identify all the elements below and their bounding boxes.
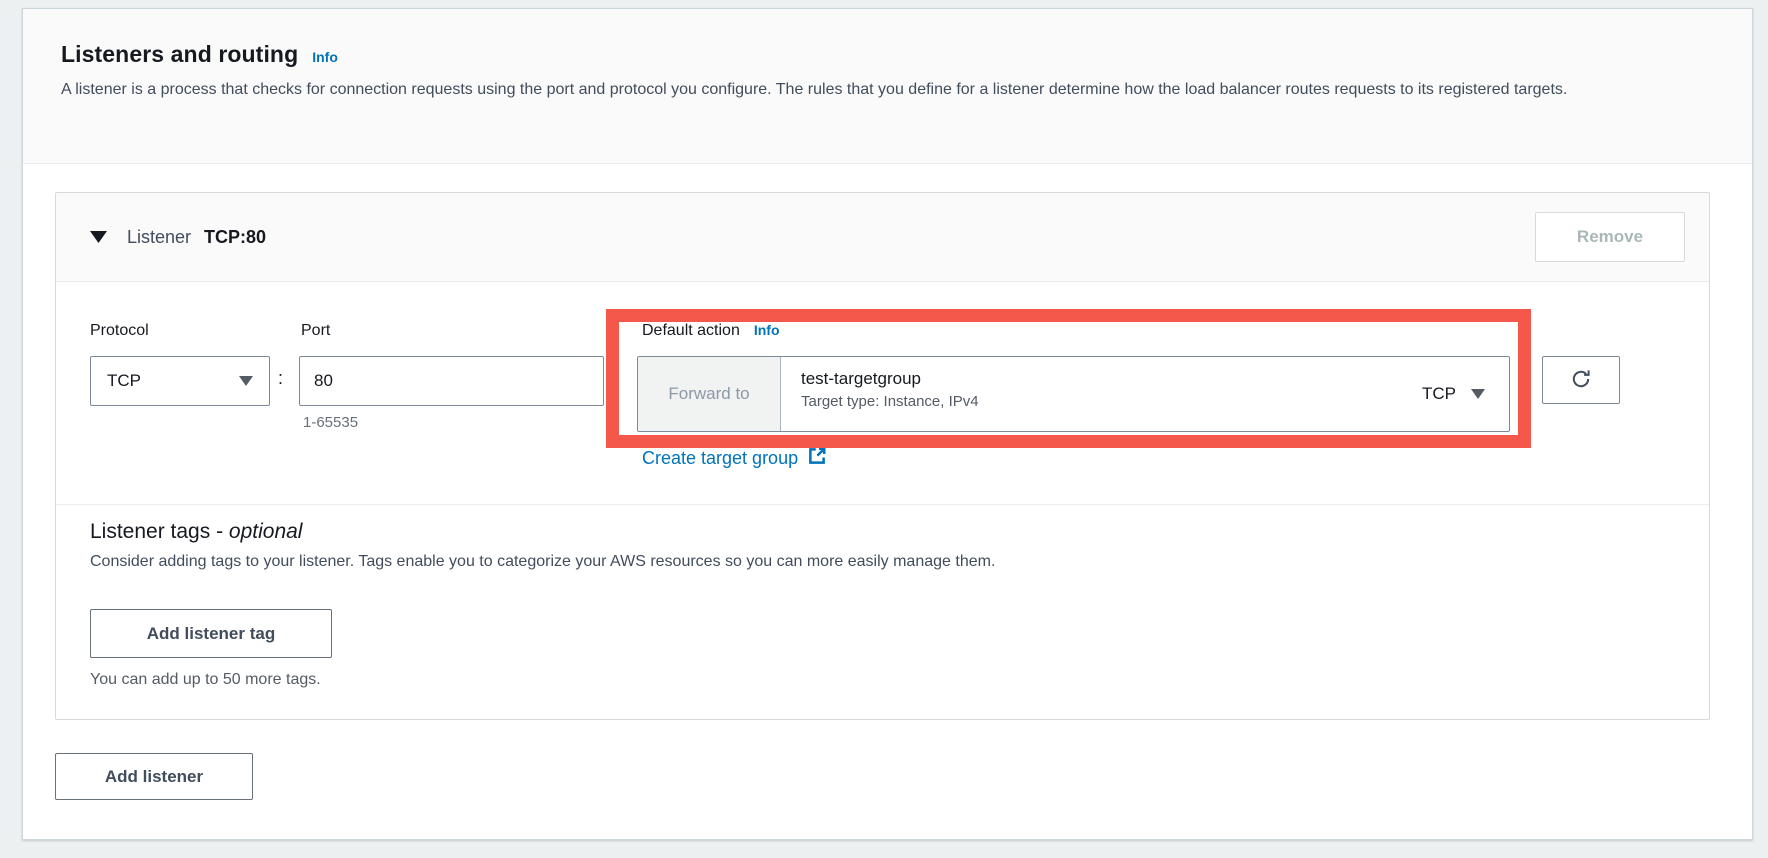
target-group-protocol: TCP	[1422, 384, 1456, 404]
section-title: Listeners and routing	[61, 41, 298, 68]
default-action-label-row: Default action Info	[642, 322, 780, 340]
listener-settings-row: Protocol TCP : Port 1-65535 Default acti…	[56, 282, 1709, 504]
port-label: Port	[301, 322, 330, 340]
default-action-label: Default action	[642, 322, 740, 340]
section-header: Listeners and routing Info A listener is…	[23, 9, 1752, 164]
protocol-label: Protocol	[90, 322, 149, 340]
create-target-group-label: Create target group	[642, 448, 798, 469]
remove-listener-button[interactable]: Remove	[1535, 212, 1685, 262]
section-info-link[interactable]: Info	[312, 49, 338, 65]
listener-card-header: Listener TCP:80 Remove	[56, 193, 1709, 282]
listener-tags-section: Listener tags - optional Consider adding…	[56, 505, 1709, 719]
tags-remaining-hint: You can add up to 50 more tags.	[90, 671, 1675, 689]
port-input[interactable]	[299, 356, 604, 406]
port-range-hint: 1-65535	[303, 414, 358, 431]
expander-caret-icon[interactable]	[90, 231, 107, 243]
target-group-name: test-targetgroup	[801, 369, 1422, 389]
chevron-down-icon	[1471, 389, 1485, 399]
listener-value: TCP:80	[204, 227, 266, 248]
default-action-info-link[interactable]: Info	[754, 322, 780, 338]
external-link-icon	[807, 446, 827, 471]
listeners-and-routing-panel: Listeners and routing Info A listener is…	[22, 8, 1753, 840]
listener-card: Listener TCP:80 Remove Protocol TCP : Po…	[55, 192, 1710, 720]
target-group-info: test-targetgroup Target type: Instance, …	[781, 357, 1422, 431]
add-listener-button[interactable]: Add listener	[55, 753, 253, 800]
tags-description: Consider adding tags to your listener. T…	[90, 553, 1675, 571]
protocol-port-separator: :	[278, 368, 283, 389]
refresh-icon	[1569, 367, 1593, 394]
tags-title-optional: optional	[229, 520, 303, 543]
section-description: A listener is a process that checks for …	[61, 78, 1702, 101]
protocol-select[interactable]: TCP	[90, 356, 270, 406]
refresh-target-groups-button[interactable]	[1542, 356, 1620, 404]
target-group-detail: Target type: Instance, IPv4	[801, 393, 1422, 410]
protocol-select-value: TCP	[107, 371, 141, 391]
forward-to-addon-label: Forward to	[638, 357, 781, 431]
add-listener-tag-button[interactable]: Add listener tag	[90, 609, 332, 658]
chevron-down-icon	[239, 376, 253, 386]
forward-to-target-group-select[interactable]: Forward to test-targetgroup Target type:…	[637, 356, 1510, 432]
create-target-group-link[interactable]: Create target group	[642, 446, 827, 471]
listener-label: Listener	[127, 227, 191, 248]
tags-title: Listener tags -	[90, 520, 229, 543]
